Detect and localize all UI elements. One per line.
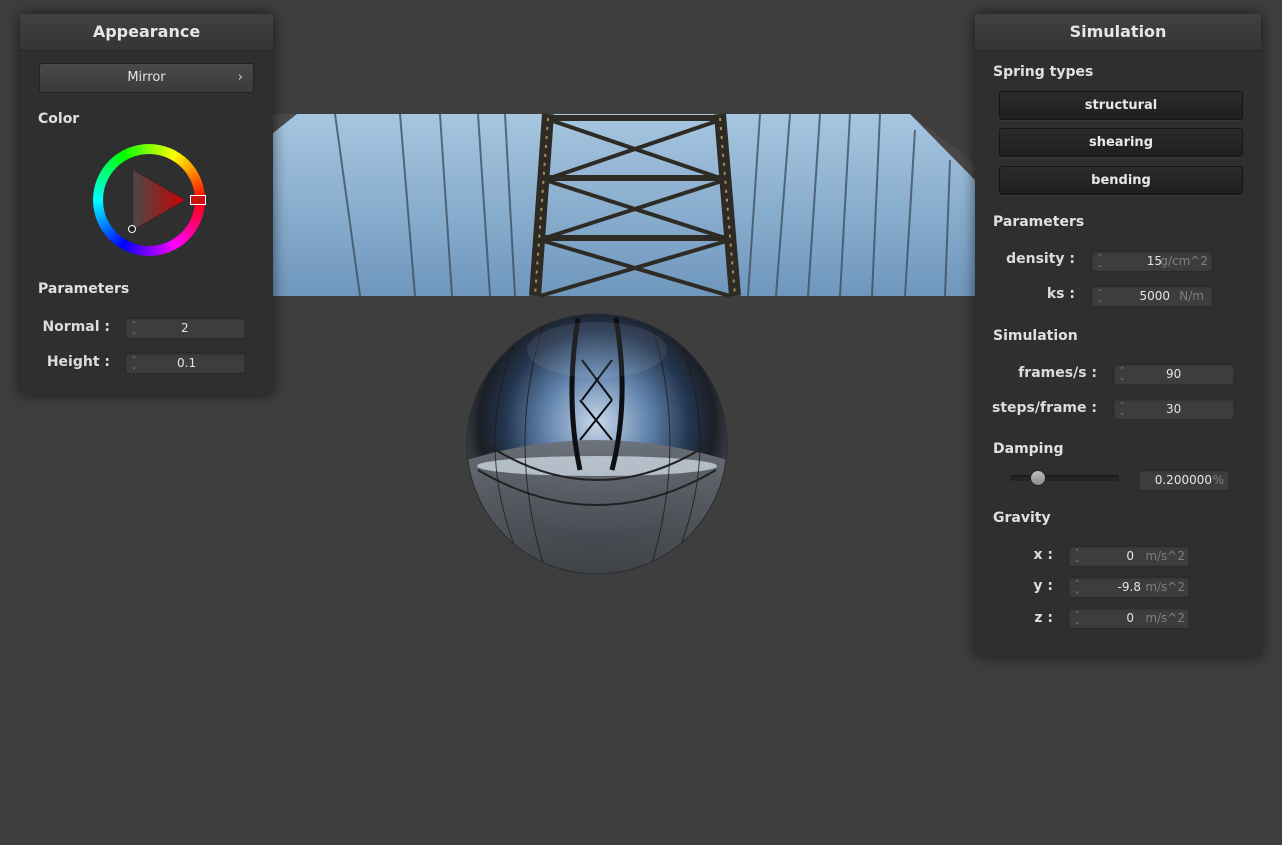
spinner-icon[interactable]: ⌃ ⌄	[1073, 579, 1081, 595]
gravity-y-input[interactable]: ⌃ ⌄ -9.8 m/s^2	[1068, 576, 1190, 598]
spinner-icon[interactable]: ⌃ ⌄	[1096, 288, 1104, 304]
gravity-z-label: z :	[1034, 610, 1053, 626]
damping-heading: Damping	[993, 441, 1064, 457]
steps-value: 30	[1166, 402, 1182, 416]
ks-value: 5000	[1139, 289, 1170, 303]
density-unit: g/cm^2	[1160, 254, 1208, 268]
simulation-panel-title[interactable]: Simulation	[975, 14, 1261, 51]
damping-unit: %	[1212, 473, 1224, 487]
hue-handle[interactable]	[190, 195, 206, 205]
shader-selector-button[interactable]: Mirror ›	[39, 63, 254, 93]
chevron-right-icon: ›	[237, 70, 243, 85]
height-label: Height :	[46, 354, 110, 370]
steps-input[interactable]: ⌃ ⌄ 30	[1113, 398, 1235, 420]
spinner-icon[interactable]: ⌃ ⌄	[1096, 253, 1104, 269]
color-triangle-handle[interactable]	[128, 225, 136, 233]
damping-slider[interactable]	[1011, 470, 1119, 486]
mirror-sphere	[467, 314, 727, 574]
fps-label: frames/s :	[1018, 365, 1097, 381]
density-label: density :	[1006, 251, 1075, 267]
height-value: 0.1	[177, 356, 197, 370]
spinner-icon[interactable]: ⌃ ⌄	[130, 320, 138, 336]
gravity-z-input[interactable]: ⌃ ⌄ 0 m/s^2	[1068, 607, 1190, 629]
fps-input[interactable]: ⌃ ⌄ 90	[1113, 363, 1235, 385]
gravity-y-unit: m/s^2	[1145, 580, 1185, 594]
appearance-parameters-heading: Parameters	[38, 281, 130, 297]
height-input[interactable]: ⌃ ⌄ 0.1	[125, 352, 246, 374]
damping-input[interactable]: 0.200000 %	[1138, 469, 1230, 491]
structural-button[interactable]: structural	[999, 91, 1243, 120]
gravity-heading: Gravity	[993, 510, 1051, 526]
spinner-icon[interactable]: ⌃ ⌄	[1073, 548, 1081, 564]
spinner-icon[interactable]: ⌃ ⌄	[1118, 401, 1126, 417]
bending-button[interactable]: bending	[999, 166, 1243, 195]
shader-selector-label: Mirror	[127, 70, 166, 85]
gravity-x-input[interactable]: ⌃ ⌄ 0 m/s^2	[1068, 545, 1190, 567]
simulation-heading: Simulation	[993, 328, 1078, 344]
gravity-x-value: 0	[1126, 549, 1134, 563]
spinner-icon[interactable]: ⌃ ⌄	[130, 355, 138, 371]
spring-types-heading: Spring types	[993, 64, 1094, 80]
ks-input[interactable]: ⌃ ⌄ 5000 N/m	[1091, 285, 1213, 307]
gravity-x-label: x :	[1033, 547, 1053, 563]
gravity-x-unit: m/s^2	[1145, 549, 1185, 563]
spinner-icon[interactable]: ⌃ ⌄	[1118, 366, 1126, 382]
ks-unit: N/m	[1179, 289, 1204, 303]
shearing-button[interactable]: shearing	[999, 128, 1243, 157]
spinner-icon[interactable]: ⌃ ⌄	[1073, 610, 1081, 626]
ks-label: ks :	[1046, 286, 1075, 302]
normal-input[interactable]: ⌃ ⌄ 2	[125, 317, 246, 339]
density-input[interactable]: ⌃ ⌄ 15 g/cm^2	[1091, 250, 1213, 272]
gravity-y-label: y :	[1033, 578, 1053, 594]
damping-slider-handle[interactable]	[1029, 470, 1046, 486]
normal-value: 2	[181, 321, 189, 335]
damping-value: 0.200000	[1154, 473, 1212, 487]
color-wheel[interactable]	[93, 144, 206, 256]
fps-value: 90	[1166, 367, 1182, 381]
gravity-z-unit: m/s^2	[1145, 611, 1185, 625]
appearance-panel-title[interactable]: Appearance	[20, 14, 273, 51]
steps-label: steps/frame :	[992, 400, 1097, 416]
appearance-panel: Appearance Mirror › Color Parameters Nor…	[20, 14, 273, 394]
color-triangle[interactable]	[93, 144, 205, 256]
normal-label: Normal :	[42, 319, 110, 335]
sim-parameters-heading: Parameters	[993, 214, 1085, 230]
gravity-y-value: -9.8	[1117, 580, 1141, 594]
cloth-strip	[273, 113, 975, 298]
simulation-panel: Simulation Spring types structural shear…	[975, 14, 1261, 656]
color-heading: Color	[38, 111, 80, 127]
gravity-z-value: 0	[1126, 611, 1134, 625]
